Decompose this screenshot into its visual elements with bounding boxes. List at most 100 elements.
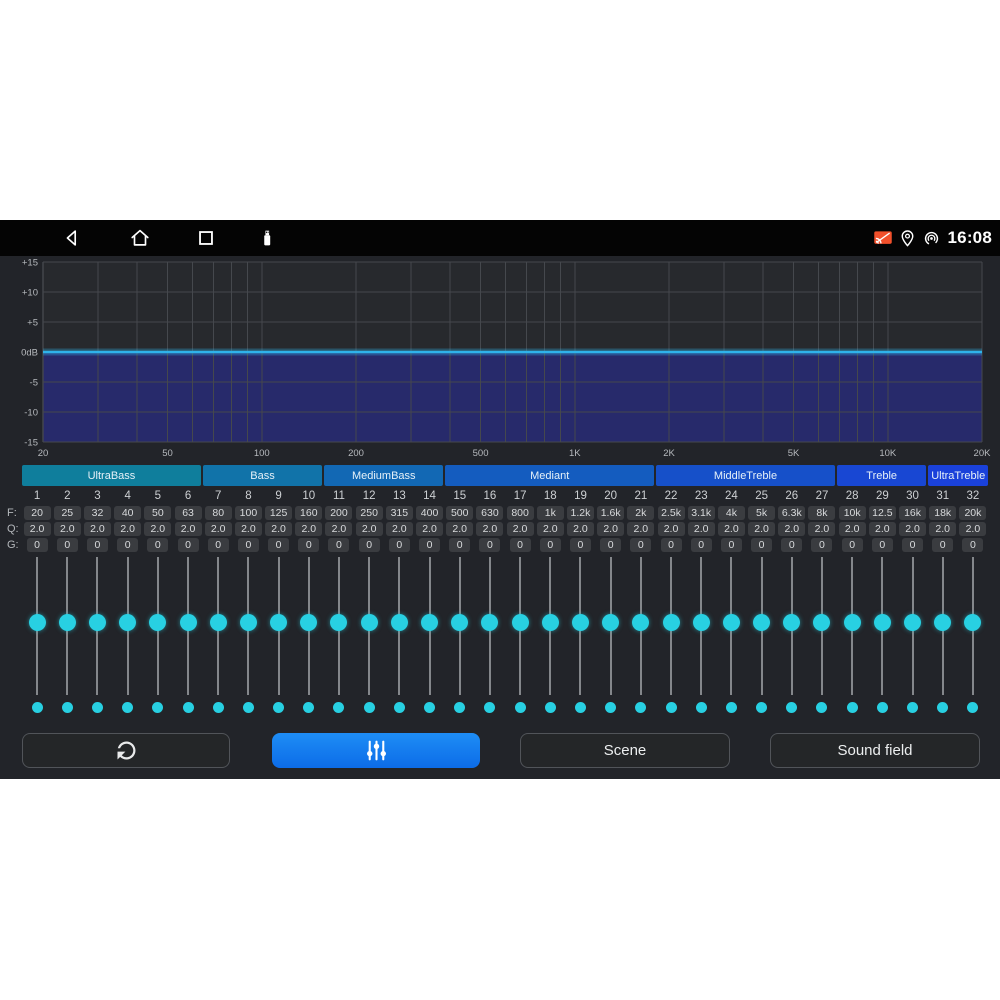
band-frequency-value: 40 — [114, 506, 141, 520]
eq-slider-thumb[interactable] — [663, 614, 680, 631]
band-dot-cell — [777, 701, 807, 713]
band-q-value: 2.0 — [567, 522, 594, 536]
band-number: 2 — [64, 488, 70, 506]
eq-slider-thumb[interactable] — [451, 614, 468, 631]
eq-slider-thumb[interactable] — [934, 614, 951, 631]
home-button[interactable] — [129, 227, 151, 249]
band-number: 22 — [665, 488, 678, 506]
band-indicator-dot — [484, 702, 495, 713]
band-dot-cell — [505, 701, 535, 713]
eq-slider-thumb[interactable] — [783, 614, 800, 631]
scene-button[interactable]: Scene — [520, 733, 730, 768]
sound-field-button[interactable]: Sound field — [770, 733, 980, 768]
eq-slider-thumb[interactable] — [904, 614, 921, 631]
band-number: 24 — [725, 488, 738, 506]
band-group-row: UltraBassBassMediumBassMediantMiddleTreb… — [22, 465, 988, 486]
eq-band-slider — [82, 557, 112, 695]
eq-slider-thumb[interactable] — [391, 614, 408, 631]
band-indicator-dot — [92, 702, 103, 713]
band-gain-value: 0 — [328, 538, 349, 552]
band-group-ultratreble: UltraTreble — [928, 465, 988, 486]
eq-slider-thumb[interactable] — [240, 614, 257, 631]
band-indicator-dot — [424, 702, 435, 713]
eq-slider-thumb[interactable] — [813, 614, 830, 631]
graph-x-tick-label: 100 — [254, 448, 270, 459]
band-q-value: 2.0 — [24, 522, 51, 536]
eq-slider-thumb[interactable] — [300, 614, 317, 631]
eq-slider-thumb[interactable] — [512, 614, 529, 631]
eq-slider-thumb[interactable] — [89, 614, 106, 631]
eq-slider-thumb[interactable] — [481, 614, 498, 631]
band-indicator-dot — [243, 702, 254, 713]
band-q-value: 2.0 — [899, 522, 926, 536]
eq-slider-thumb[interactable] — [964, 614, 981, 631]
clock: 16:08 — [948, 228, 992, 248]
eq-slider-thumb[interactable] — [270, 614, 287, 631]
eq-slider-thumb[interactable] — [59, 614, 76, 631]
band-frequency-value: 500 — [446, 506, 473, 520]
band-dot-cell — [475, 701, 505, 713]
band-q-value: 2.0 — [688, 522, 715, 536]
eq-sliders — [22, 557, 988, 695]
band-number: 31 — [936, 488, 949, 506]
eq-band-slider — [113, 557, 143, 695]
band-indicator-dot — [62, 702, 73, 713]
band-indicator-dot — [273, 702, 284, 713]
band-column: 91252.00 — [264, 488, 294, 554]
eq-slider-thumb[interactable] — [874, 614, 891, 631]
band-gain-value: 0 — [27, 538, 48, 552]
eq-slider-thumb[interactable] — [149, 614, 166, 631]
band-gain-value: 0 — [268, 538, 289, 552]
graph-y-tick-label: -5 — [30, 378, 38, 389]
band-column: 3118k2.00 — [928, 488, 958, 554]
eq-slider-thumb[interactable] — [723, 614, 740, 631]
recents-button[interactable] — [195, 227, 217, 249]
eq-slider-thumb[interactable] — [542, 614, 559, 631]
band-number: 16 — [484, 488, 497, 506]
band-number: 25 — [755, 488, 768, 506]
band-dot-cell — [807, 701, 837, 713]
band-dot-cell — [596, 701, 626, 713]
reset-button[interactable] — [22, 733, 230, 768]
band-gain-value: 0 — [419, 538, 440, 552]
eq-slider-thumb[interactable] — [210, 614, 227, 631]
band-indicator-dot — [605, 702, 616, 713]
band-indicator-dot — [545, 702, 556, 713]
band-frequency-value: 800 — [507, 506, 534, 520]
band-q-value: 2.0 — [476, 522, 503, 536]
usb-icon — [256, 227, 278, 249]
cast-icon — [873, 228, 893, 248]
eq-slider-thumb[interactable] — [632, 614, 649, 631]
eq-slider-thumb[interactable] — [753, 614, 770, 631]
eq-slider-thumb[interactable] — [602, 614, 619, 631]
band-frequency-value: 1.6k — [597, 506, 624, 520]
band-group-treble: Treble — [837, 465, 926, 486]
band-number: 8 — [245, 488, 251, 506]
graph-x-tick-label: 2K — [663, 448, 675, 459]
eq-slider-thumb[interactable] — [330, 614, 347, 631]
band-column: 6632.00 — [173, 488, 203, 554]
band-column: 181k2.00 — [535, 488, 565, 554]
eq-slider-thumb[interactable] — [421, 614, 438, 631]
band-number: 3 — [94, 488, 100, 506]
band-number: 10 — [302, 488, 315, 506]
eq-band-slider — [807, 557, 837, 695]
equalizer-button[interactable] — [272, 733, 480, 768]
band-column: 101602.00 — [294, 488, 324, 554]
eq-slider-thumb[interactable] — [180, 614, 197, 631]
eq-slider-thumb[interactable] — [119, 614, 136, 631]
band-q-value: 2.0 — [627, 522, 654, 536]
band-gain-value: 0 — [87, 538, 108, 552]
eq-slider-thumb[interactable] — [844, 614, 861, 631]
eq-band-slider — [354, 557, 384, 695]
eq-slider-thumb[interactable] — [693, 614, 710, 631]
eq-slider-thumb[interactable] — [572, 614, 589, 631]
band-frequency-value: 5k — [748, 506, 775, 520]
graph-x-tick-label: 50 — [162, 448, 173, 459]
eq-slider-thumb[interactable] — [29, 614, 46, 631]
band-column: 5502.00 — [143, 488, 173, 554]
back-button[interactable] — [61, 227, 83, 249]
band-gain-value: 0 — [932, 538, 953, 552]
eq-slider-thumb[interactable] — [361, 614, 378, 631]
band-column: 133152.00 — [384, 488, 414, 554]
